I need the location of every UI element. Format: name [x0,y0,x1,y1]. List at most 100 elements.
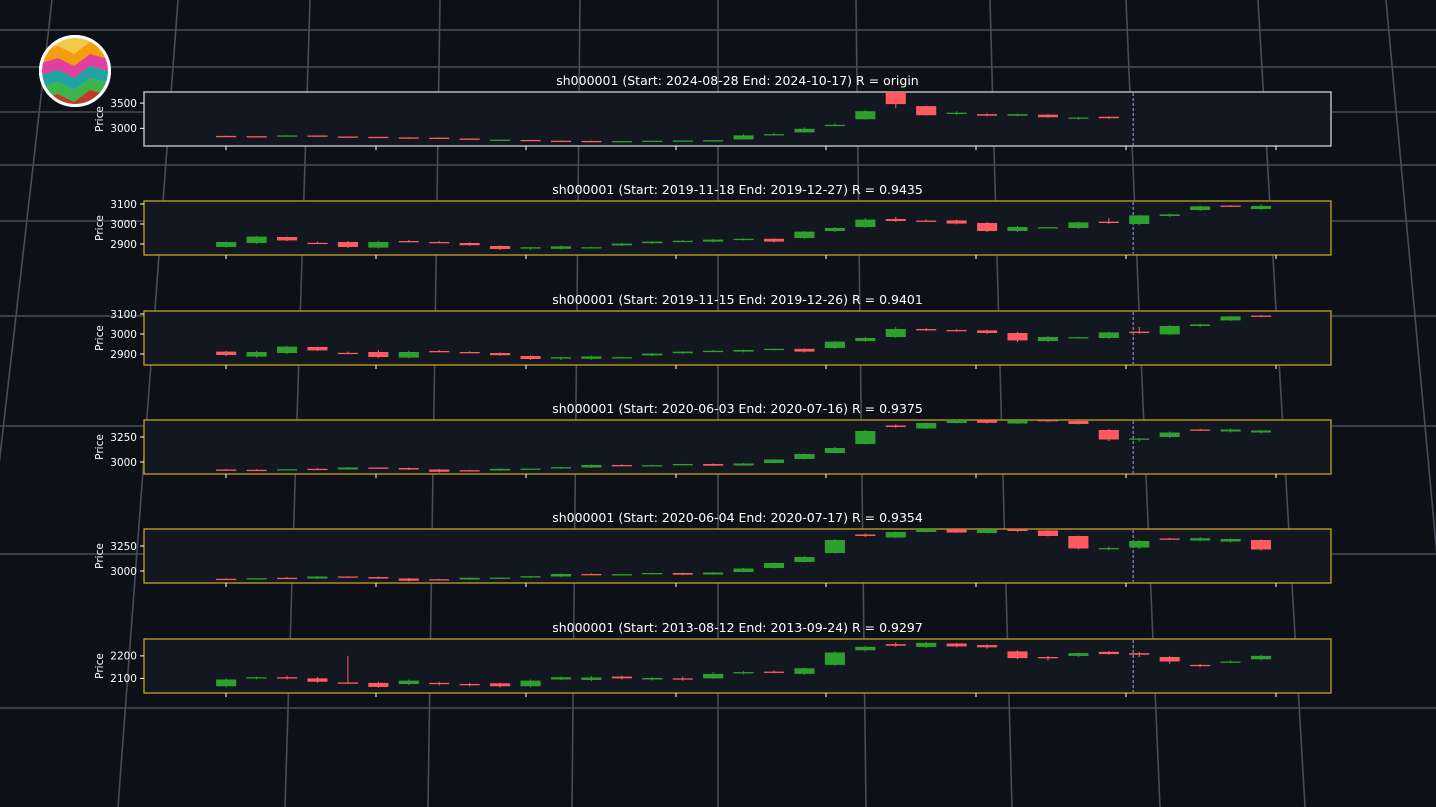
candle-body [855,111,876,120]
candle-body [520,356,541,359]
candle [703,140,724,142]
candle-body [459,684,480,686]
candle [642,572,663,575]
candle [520,468,541,470]
candle-body [337,242,358,247]
candle-body [550,467,572,469]
candle-body [277,577,298,580]
candle-body [885,532,906,538]
candle-body [611,141,632,143]
candle-body [733,568,754,572]
candle-body [550,246,572,249]
candlestick-panel-3: sh000001 (Start: 2019-11-15 End: 2019-12… [94,292,1332,369]
plot-frame [143,200,1332,256]
candle-body [946,529,967,533]
candle [1250,539,1272,551]
candle [733,568,754,573]
candle-body [1098,332,1119,338]
candle-body [946,112,967,114]
candle-body [1129,215,1150,224]
candle-body [977,645,998,648]
candle [916,528,937,533]
candle-body [550,677,572,680]
candle [520,679,541,688]
candle [794,231,815,239]
y-tick-label: 3000 [110,566,137,578]
candle-body [1098,116,1119,119]
candle-body [1037,227,1058,229]
candle [337,136,358,138]
candle-body [946,220,967,224]
candle-body [398,680,419,684]
candle-body [246,236,267,243]
y-tick-label: 2100 [110,673,137,685]
candle-body [216,351,237,355]
candle [885,531,906,538]
candle [1037,114,1058,118]
candle [216,678,237,688]
candle [977,529,998,534]
y-tick-label: 2900 [110,239,137,251]
candle [824,539,845,554]
candle-body [368,136,389,139]
candle-body [611,243,632,246]
candle-body [337,467,358,470]
candle-body [246,578,267,580]
candle-body [977,223,998,231]
candle-body [642,140,663,143]
candle-body [1037,420,1058,422]
candle [337,241,358,248]
candle-body [794,557,815,562]
candle [611,140,632,143]
candle-body [581,677,602,680]
candle-body [824,341,845,348]
candle [246,236,267,244]
candle-body [824,448,845,453]
candle-body [1037,530,1058,536]
candlestick-panel-6: sh000001 (Start: 2013-08-12 End: 2013-09… [94,620,1332,697]
candle-body [277,135,298,137]
candle-body [1007,651,1028,659]
candle-body [429,579,450,581]
candle [763,562,785,569]
candle-body [1007,333,1028,341]
candle-body [550,357,572,359]
candle-body [246,677,267,679]
candle-body [977,330,998,333]
candle-body [1068,337,1089,339]
candle-body [459,577,480,580]
candle-body [459,138,480,140]
candle-body [1220,539,1241,542]
candle-body [855,646,876,651]
candle-body [733,672,754,674]
candle-body [642,677,663,680]
candle-body [1068,421,1089,424]
candle [946,419,967,424]
candle-body [1068,653,1089,656]
candle-body [368,467,389,469]
candle-body [672,140,693,142]
candle-body [307,135,328,137]
candle-body [1250,315,1272,317]
candle-body [794,668,815,674]
candle-body [307,468,328,471]
candle-body [885,219,906,221]
candle [216,241,237,248]
candle-body [1159,538,1180,540]
candle-body [581,356,602,359]
candle-body [703,464,724,466]
candle [459,138,480,140]
candle-body [520,576,541,578]
candle-body [1250,430,1272,433]
candle [946,528,967,533]
candle-body [855,534,876,536]
candle-body [703,140,724,142]
candle-body [794,454,815,459]
candle-body [1190,324,1211,326]
candle-body [337,136,358,138]
candle-body [916,329,937,331]
candle-body [581,247,602,249]
candle [398,351,419,359]
candle [368,136,389,139]
candle-body [824,228,845,231]
